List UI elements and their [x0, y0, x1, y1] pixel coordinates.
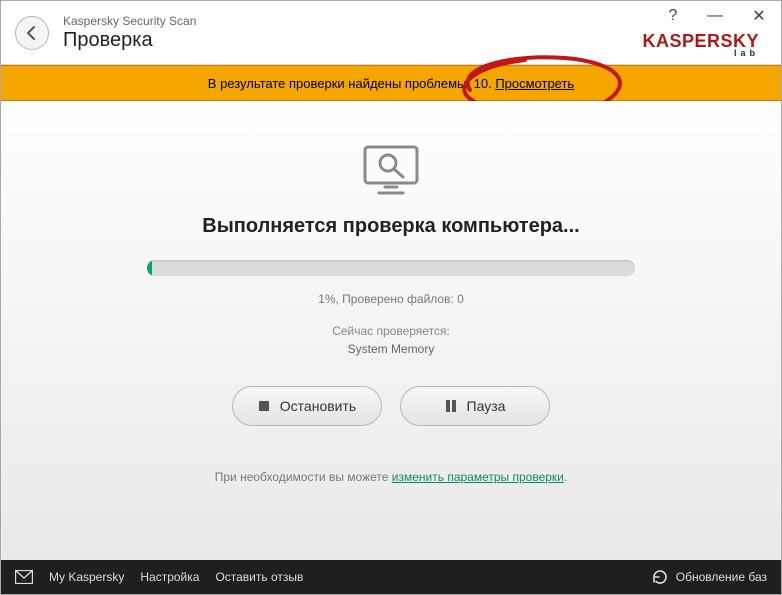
alert-message: В результате проверки найдены проблемы: …: [208, 76, 574, 91]
back-button[interactable]: [15, 16, 49, 50]
kaspersky-logo: KASPERSKY lab: [642, 32, 759, 58]
pause-button[interactable]: Пауза: [400, 386, 550, 426]
page-title: Проверка: [63, 28, 196, 52]
footer-settings[interactable]: Настройка: [140, 570, 199, 584]
close-button[interactable]: ✕: [737, 1, 781, 31]
footer-my-kaspersky[interactable]: My Kaspersky: [49, 570, 124, 584]
alert-bar: В результате проверки найдены проблемы: …: [1, 65, 781, 101]
app-name: Kaspersky Security Scan: [63, 14, 196, 28]
progress-text: 1%, Проверено файлов: 0: [318, 292, 464, 306]
footer-update-db[interactable]: Обновление баз: [676, 570, 767, 584]
minimize-button[interactable]: —: [693, 1, 737, 31]
change-scan-params-link[interactable]: изменить параметры проверки: [392, 470, 564, 484]
arrow-left-icon: [24, 25, 40, 41]
button-row: Остановить Пауза: [232, 386, 550, 426]
main-panel: Выполняется проверка компьютера... 1%, П…: [1, 101, 781, 560]
now-checking-label: Сейчас проверяется:: [332, 324, 450, 338]
footer: My Kaspersky Настройка Оставить отзыв Об…: [1, 560, 781, 594]
footer-feedback[interactable]: Оставить отзыв: [215, 570, 303, 584]
stop-button-label: Остановить: [280, 398, 356, 414]
refresh-icon[interactable]: [652, 569, 668, 585]
stop-button[interactable]: Остановить: [232, 386, 382, 426]
progress-bar: [147, 260, 635, 276]
progress-fill: [147, 260, 152, 276]
hint-text: При необходимости вы можете изменить пар…: [215, 470, 567, 484]
mail-icon[interactable]: [15, 570, 33, 584]
pause-button-label: Пауза: [467, 398, 506, 414]
scan-heading: Выполняется проверка компьютера...: [202, 215, 579, 238]
now-checking-value: System Memory: [348, 342, 435, 356]
pause-icon: [445, 400, 457, 412]
window-controls: ? — ✕: [653, 1, 781, 31]
alert-view-link[interactable]: Просмотреть: [495, 76, 574, 91]
monitor-scan-icon: [357, 143, 425, 199]
help-button[interactable]: ?: [653, 1, 693, 31]
stop-icon: [258, 400, 270, 412]
titlebar: Kaspersky Security Scan Проверка ? — ✕ K…: [1, 1, 781, 65]
